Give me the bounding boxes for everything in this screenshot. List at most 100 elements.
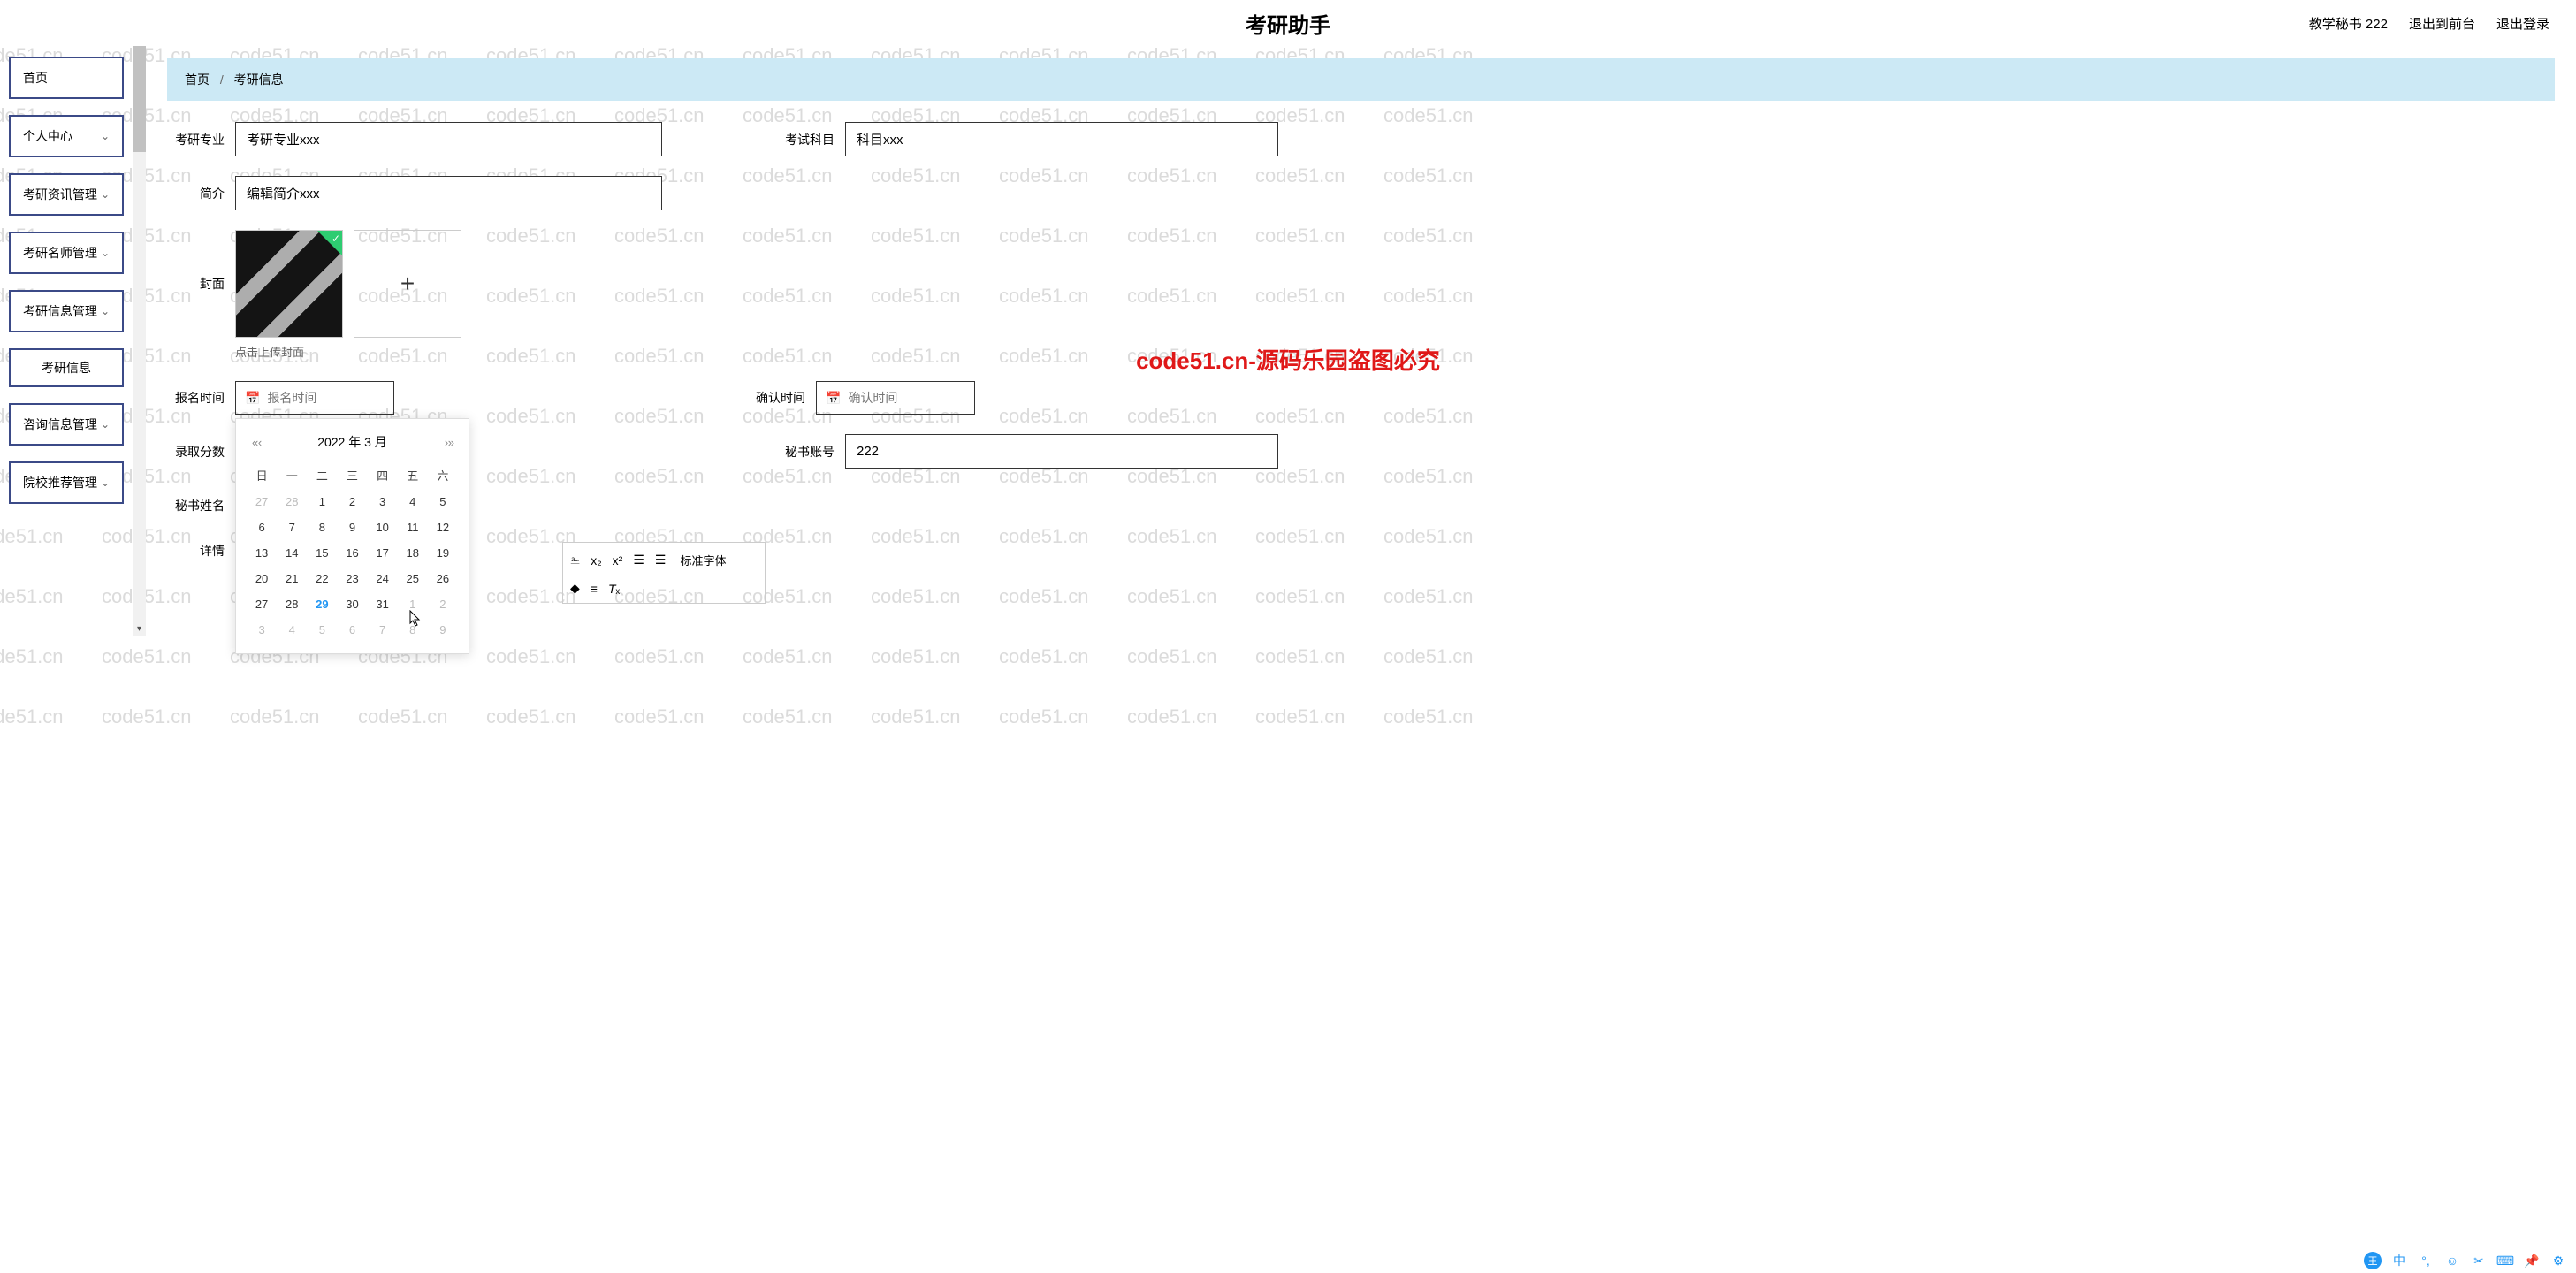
input-confirm-time[interactable]: [848, 391, 963, 405]
date-cell[interactable]: 28: [277, 591, 307, 617]
select-arrow-icon: ◆: [570, 581, 580, 596]
date-cell[interactable]: 2: [337, 489, 367, 515]
date-cell[interactable]: 11: [398, 515, 428, 540]
date-cell[interactable]: 31: [368, 591, 398, 617]
sidebar-item-info[interactable]: 考研信息管理 ⌄: [9, 290, 124, 332]
date-cell[interactable]: 9: [337, 515, 367, 540]
sidebar-scrollbar[interactable]: ▾: [133, 46, 146, 636]
date-cell[interactable]: 23: [337, 566, 367, 591]
sidebar-item-profile[interactable]: 个人中心 ⌄: [9, 115, 124, 157]
subscript-button[interactable]: x₂: [591, 553, 601, 568]
sidebar-item-label: 考研名师管理: [23, 244, 97, 262]
input-secretary-account[interactable]: [845, 434, 1278, 469]
date-cell[interactable]: 5: [428, 489, 458, 515]
date-cell[interactable]: 3: [247, 617, 277, 643]
date-next-button[interactable]: › »: [445, 436, 453, 449]
date-cell[interactable]: 4: [398, 489, 428, 515]
scrollbar-down-arrow[interactable]: ▾: [133, 622, 146, 636]
sidebar: 首页 个人中心 ⌄ 考研资讯管理 ⌄ 考研名师管理 ⌄ 考研信息管理 ⌄ 考研信…: [0, 46, 133, 636]
date-input-wrap[interactable]: 📅: [235, 381, 394, 415]
scrollbar-handle[interactable]: [133, 46, 146, 152]
date-cell[interactable]: 21: [277, 566, 307, 591]
date-cell[interactable]: 17: [368, 540, 398, 566]
form-row: 报名时间 📅 « ‹ 2022 年 3 月 › » 日一二三四五六2728123…: [167, 381, 2555, 415]
date-cell[interactable]: 7: [368, 617, 398, 643]
font-select[interactable]: 标准字体: [676, 550, 738, 570]
label-detail: 详情: [167, 542, 225, 560]
field-detail: 详情: [167, 542, 235, 560]
date-cell[interactable]: 9: [428, 617, 458, 643]
date-cell[interactable]: 10: [368, 515, 398, 540]
date-cell[interactable]: 12: [428, 515, 458, 540]
breadcrumb-root[interactable]: 首页: [185, 72, 210, 87]
header: 考研助手 教学秘书 222 退出到前台 退出登录: [0, 0, 2576, 46]
sidebar-item-label: 院校推荐管理: [23, 474, 97, 492]
sidebar-item-info-sub[interactable]: 考研信息: [9, 348, 124, 387]
input-subject[interactable]: [845, 122, 1278, 156]
layout: 首页 个人中心 ⌄ 考研资讯管理 ⌄ 考研名师管理 ⌄ 考研信息管理 ⌄ 考研信…: [0, 46, 2576, 636]
date-cell[interactable]: 25: [398, 566, 428, 591]
sidebar-item-news[interactable]: 考研资讯管理 ⌄: [9, 173, 124, 216]
input-intro[interactable]: [235, 176, 662, 210]
date-cell[interactable]: 8: [307, 515, 337, 540]
date-cell[interactable]: 2: [428, 591, 458, 617]
ime-pin-button[interactable]: 📌: [2523, 1252, 2541, 1269]
date-cell[interactable]: 1: [307, 489, 337, 515]
calendar-icon: 📅: [245, 391, 260, 406]
date-cell[interactable]: 28: [277, 489, 307, 515]
ime-smile-button[interactable]: ☺: [2443, 1252, 2461, 1269]
date-cell[interactable]: 7: [277, 515, 307, 540]
date-cell[interactable]: 30: [337, 591, 367, 617]
label-subject: 考试科目: [777, 131, 835, 149]
align-button[interactable]: ≡: [591, 582, 598, 596]
indent-left-button[interactable]: ☰: [633, 553, 644, 568]
date-cell[interactable]: 14: [277, 540, 307, 566]
date-cell[interactable]: 6: [337, 617, 367, 643]
date-cell[interactable]: 16: [337, 540, 367, 566]
upload-add-button[interactable]: +: [354, 230, 461, 338]
date-cell[interactable]: 24: [368, 566, 398, 591]
logout-link[interactable]: 退出登录: [2496, 14, 2549, 33]
date-cell[interactable]: 27: [247, 591, 277, 617]
upload-thumbnail[interactable]: [235, 230, 343, 338]
label-signup-time: 报名时间: [167, 389, 225, 407]
back-to-front-link[interactable]: 退出到前台: [2409, 14, 2475, 33]
ime-wang-button[interactable]: 王: [2364, 1252, 2382, 1269]
date-cell[interactable]: 13: [247, 540, 277, 566]
sidebar-item-consult[interactable]: 咨询信息管理 ⌄: [9, 403, 124, 446]
indent-right-button[interactable]: ☰: [655, 553, 667, 568]
input-signup-time[interactable]: [267, 391, 382, 405]
sidebar-item-home[interactable]: 首页: [9, 57, 124, 99]
date-cell[interactable]: 19: [428, 540, 458, 566]
date-cell[interactable]: 4: [277, 617, 307, 643]
sidebar-item-teacher[interactable]: 考研名师管理 ⌄: [9, 232, 124, 274]
date-cell[interactable]: 26: [428, 566, 458, 591]
main-content: 首页 / 考研信息 考研专业 考试科目 简介 封面: [146, 46, 2576, 636]
ime-lang-button[interactable]: 中: [2390, 1252, 2408, 1269]
date-cell[interactable]: 18: [398, 540, 428, 566]
date-cell[interactable]: 27: [247, 489, 277, 515]
input-major[interactable]: [235, 122, 662, 156]
sidebar-item-school[interactable]: 院校推荐管理 ⌄: [9, 461, 124, 504]
user-role[interactable]: 教学秘书 222: [2309, 14, 2388, 33]
ime-settings-button[interactable]: ⚙: [2549, 1252, 2567, 1269]
ime-keyboard-button[interactable]: ⌨: [2496, 1252, 2514, 1269]
date-cell[interactable]: 15: [307, 540, 337, 566]
superscript-button[interactable]: x²: [613, 553, 623, 568]
form-row: 简介: [167, 176, 2555, 210]
date-input-wrap[interactable]: 📅: [816, 381, 975, 415]
date-cell[interactable]: 5: [307, 617, 337, 643]
ime-punct-button[interactable]: °,: [2417, 1252, 2435, 1269]
date-cell[interactable]: 22: [307, 566, 337, 591]
chevron-down-icon: ⌄: [101, 130, 110, 142]
date-cell[interactable]: 29: [307, 591, 337, 617]
label-intro: 简介: [167, 185, 225, 202]
ime-scissors-button[interactable]: ✂: [2470, 1252, 2488, 1269]
date-cell[interactable]: 3: [368, 489, 398, 515]
date-cell[interactable]: 20: [247, 566, 277, 591]
date-cell[interactable]: 6: [247, 515, 277, 540]
underline-button[interactable]: ⎁: [570, 553, 580, 568]
clear-format-button[interactable]: Tₓ: [608, 582, 620, 596]
date-prev-button[interactable]: « ‹: [252, 436, 260, 449]
date-picker[interactable]: « ‹ 2022 年 3 月 › » 日一二三四五六27281234567891…: [235, 418, 469, 654]
